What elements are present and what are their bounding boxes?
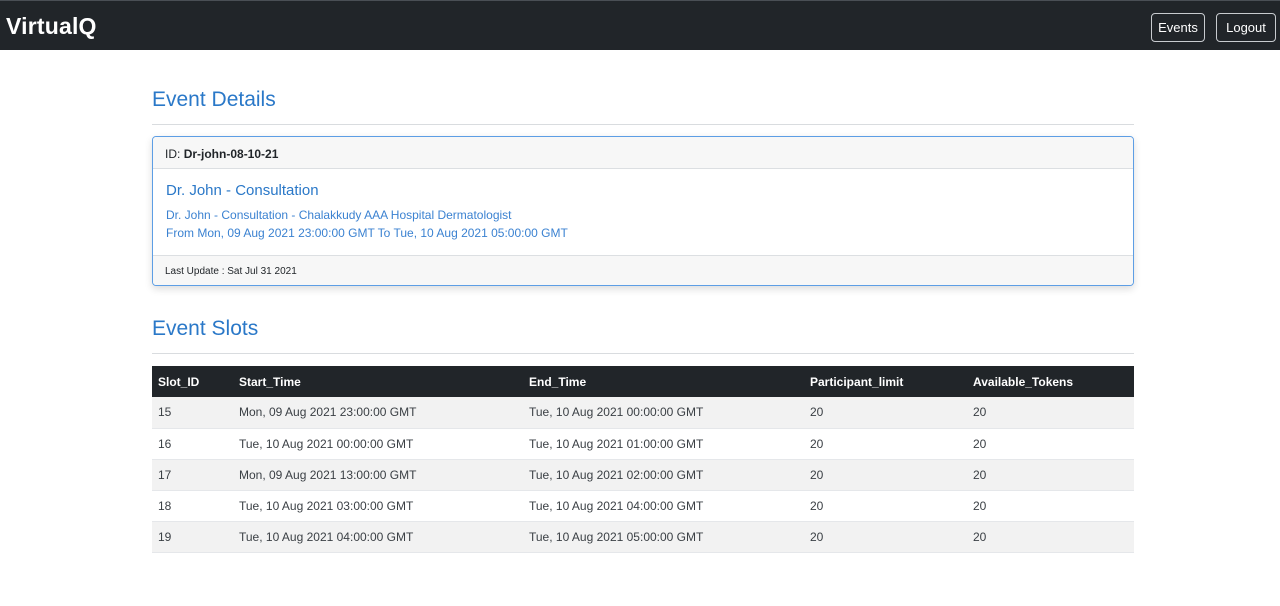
cell-slot-id: 18 xyxy=(152,490,233,522)
cell-available-tokens: 20 xyxy=(967,397,1134,429)
cell-participant-limit: 20 xyxy=(804,428,967,460)
event-last-update: Last Update : Sat Jul 31 2021 xyxy=(153,255,1133,285)
event-time-range: From Mon, 09 Aug 2021 23:00:00 GMT To Tu… xyxy=(166,226,568,240)
cell-end-time: Tue, 10 Aug 2021 05:00:00 GMT xyxy=(523,521,804,553)
cell-available-tokens: 20 xyxy=(967,428,1134,460)
event-id-value: Dr-john-08-10-21 xyxy=(183,147,279,161)
section-divider xyxy=(152,353,1134,354)
event-details-title: Event Details xyxy=(152,88,276,111)
cell-slot-id: 16 xyxy=(152,428,233,460)
cell-start-time: Mon, 09 Aug 2021 13:00:00 GMT xyxy=(233,459,523,491)
cell-start-time: Mon, 09 Aug 2021 23:00:00 GMT xyxy=(233,397,523,429)
event-slots-title: Event Slots xyxy=(152,317,259,340)
logout-button[interactable]: Logout xyxy=(1216,13,1276,42)
event-description: Dr. John - Consultation - Chalakkudy AAA… xyxy=(166,208,512,222)
cell-start-time: Tue, 10 Aug 2021 04:00:00 GMT xyxy=(233,521,523,553)
table-row: 15 Mon, 09 Aug 2021 23:00:00 GMT Tue, 10… xyxy=(152,397,1134,429)
cell-start-time: Tue, 10 Aug 2021 03:00:00 GMT xyxy=(233,490,523,522)
cell-participant-limit: 20 xyxy=(804,459,967,491)
cell-end-time: Tue, 10 Aug 2021 00:00:00 GMT xyxy=(523,397,804,429)
event-id-label: ID: xyxy=(165,147,181,161)
events-button[interactable]: Events xyxy=(1151,13,1205,42)
column-header-participant-limit: Participant_limit xyxy=(804,366,967,397)
cell-end-time: Tue, 10 Aug 2021 01:00:00 GMT xyxy=(523,428,804,460)
table-header-row: Slot_ID Start_Time End_Time Participant_… xyxy=(152,366,1134,397)
cell-available-tokens: 20 xyxy=(967,490,1134,522)
brand-logo[interactable]: VirtualQ xyxy=(6,13,97,40)
cell-participant-limit: 20 xyxy=(804,397,967,429)
event-card: ID: Dr-john-08-10-21 Dr. John - Consulta… xyxy=(152,136,1134,286)
table-row: 17 Mon, 09 Aug 2021 13:00:00 GMT Tue, 10… xyxy=(152,459,1134,491)
cell-start-time: Tue, 10 Aug 2021 00:00:00 GMT xyxy=(233,428,523,460)
cell-end-time: Tue, 10 Aug 2021 04:00:00 GMT xyxy=(523,490,804,522)
event-title: Dr. John - Consultation xyxy=(166,182,319,199)
event-card-header: ID: Dr-john-08-10-21 xyxy=(153,137,1133,169)
table-row: 19 Tue, 10 Aug 2021 04:00:00 GMT Tue, 10… xyxy=(152,521,1134,553)
table-row: 16 Tue, 10 Aug 2021 00:00:00 GMT Tue, 10… xyxy=(152,428,1134,460)
section-divider xyxy=(152,124,1134,125)
cell-available-tokens: 20 xyxy=(967,521,1134,553)
table-row: 18 Tue, 10 Aug 2021 03:00:00 GMT Tue, 10… xyxy=(152,490,1134,522)
column-header-slot-id: Slot_ID xyxy=(152,366,233,397)
cell-slot-id: 15 xyxy=(152,397,233,429)
column-header-start-time: Start_Time xyxy=(233,366,523,397)
column-header-available-tokens: Available_Tokens xyxy=(967,366,1134,397)
cell-participant-limit: 20 xyxy=(804,490,967,522)
cell-available-tokens: 20 xyxy=(967,459,1134,491)
column-header-end-time: End_Time xyxy=(523,366,804,397)
cell-slot-id: 19 xyxy=(152,521,233,553)
navbar: VirtualQ Events Logout xyxy=(0,0,1280,50)
cell-end-time: Tue, 10 Aug 2021 02:00:00 GMT xyxy=(523,459,804,491)
event-slots-table: Slot_ID Start_Time End_Time Participant_… xyxy=(152,366,1134,553)
cell-participant-limit: 20 xyxy=(804,521,967,553)
cell-slot-id: 17 xyxy=(152,459,233,491)
